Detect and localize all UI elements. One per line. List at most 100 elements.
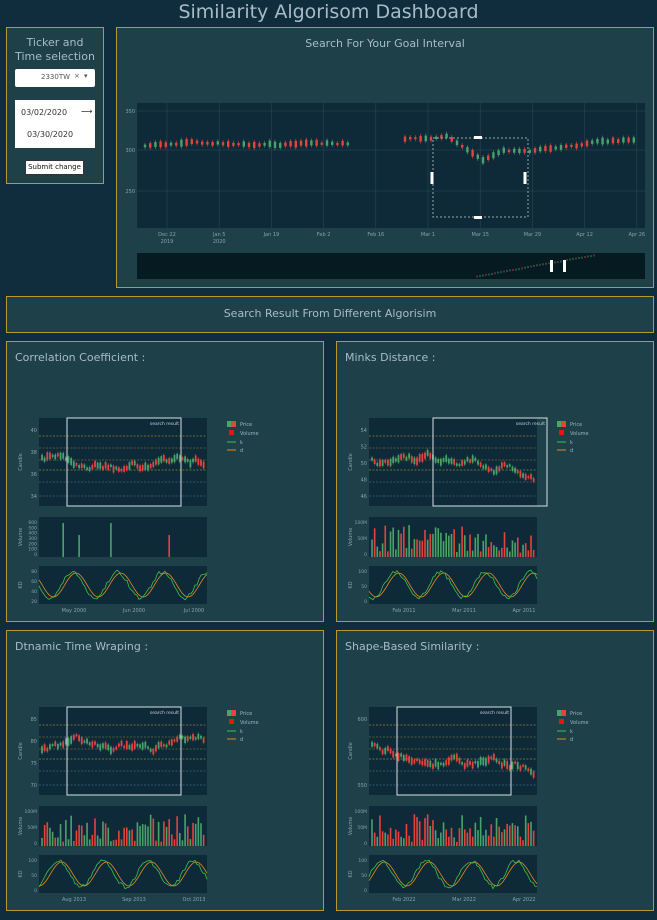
volume-bar <box>57 837 59 846</box>
range-handle[interactable] <box>563 260 566 272</box>
volume-bar <box>54 837 57 846</box>
candle <box>72 734 75 741</box>
volume-bar <box>498 826 500 846</box>
candle <box>139 744 141 748</box>
selection-handle[interactable] <box>430 172 434 184</box>
candle <box>469 459 471 463</box>
volume-bar <box>120 839 123 846</box>
candle <box>117 743 120 747</box>
candle <box>131 460 133 465</box>
x-tick-label: Apr 12 <box>576 232 593 238</box>
range-handle[interactable] <box>550 260 553 272</box>
volume-bar <box>506 547 508 557</box>
volume-bar <box>408 525 410 557</box>
candle <box>67 738 70 746</box>
candle <box>445 455 448 462</box>
volume-bar <box>519 552 522 557</box>
volume-bar <box>514 825 516 846</box>
candle-plot-bg <box>39 418 207 506</box>
search-chart[interactable]: 350 300 250 Dec 222019 Jan 52020 Jan 19 Feb 2 F… <box>117 28 653 287</box>
candle <box>565 144 568 148</box>
y-tick-label: 0 <box>364 599 367 605</box>
submit-change-button[interactable]: Submit change <box>25 160 84 175</box>
axis-title: Candle <box>18 453 24 470</box>
candle <box>402 755 405 761</box>
volume-bar <box>432 533 434 557</box>
volume-bar <box>442 822 445 846</box>
candle <box>429 760 432 768</box>
candle <box>506 761 509 769</box>
volume-bar <box>160 841 163 846</box>
volume-bar <box>376 836 379 846</box>
volume-bar <box>410 841 413 846</box>
arrow-right-icon: ⟶ <box>81 107 93 116</box>
volume-bar <box>373 528 376 557</box>
date-range-picker[interactable]: 03/02/2020 ⟶ 03/30/2020 <box>15 100 95 148</box>
candle <box>170 458 173 463</box>
result-chart[interactable]: Candle Volume KD 600 550 100M 50M 0 100 50 0 Feb 20… <box>337 631 653 910</box>
candle <box>72 461 75 468</box>
candle <box>381 749 384 755</box>
clear-icon[interactable]: × <box>74 72 80 80</box>
candle <box>500 762 503 769</box>
volume-bar <box>389 531 392 557</box>
y-tick-label: 100 <box>28 547 37 553</box>
candle <box>247 142 251 148</box>
result-chart[interactable]: CandleVolumeKD40383634600500400300200100… <box>7 342 323 621</box>
result-chart[interactable]: Candle Volume KD 54 52 50 48 46 100M 50M 0 100 50 0 Fe… <box>337 342 653 621</box>
x-tick-label: Mar 15 <box>472 232 489 238</box>
x-tick-label: Feb 16 <box>367 232 384 238</box>
candle <box>416 457 418 466</box>
candle <box>294 140 297 148</box>
candle <box>62 741 65 748</box>
range-slider[interactable] <box>137 253 645 279</box>
candle <box>466 759 469 767</box>
candle <box>325 140 329 146</box>
chevron-down-icon[interactable]: ▾ <box>84 72 88 80</box>
selection-handle[interactable] <box>474 136 482 139</box>
volume-bar <box>418 540 421 557</box>
start-date-input[interactable]: 03/02/2020 <box>21 108 67 117</box>
ticker-dropdown[interactable]: 2330TW × ▾ <box>15 69 95 87</box>
volume-bar <box>416 539 418 557</box>
volume-bar <box>197 817 200 846</box>
candle <box>128 462 131 470</box>
candle <box>424 759 426 766</box>
volume-bar <box>474 537 477 557</box>
candle <box>508 464 511 467</box>
legend-volume-swatch <box>559 430 564 435</box>
volume-bar <box>463 829 466 846</box>
volume-bar <box>458 828 461 846</box>
candle <box>123 466 126 472</box>
candle <box>409 136 412 140</box>
volume-bar <box>442 541 445 557</box>
candle <box>532 771 535 778</box>
volume-bar <box>131 829 133 846</box>
candle <box>110 746 112 755</box>
y-tick-label: 50 <box>31 873 37 879</box>
candle <box>86 738 88 744</box>
candle <box>49 452 51 460</box>
candle <box>471 455 474 463</box>
candle <box>463 763 466 769</box>
candle <box>524 765 527 770</box>
axis-title: Volume <box>18 817 24 836</box>
candle <box>83 740 86 743</box>
y-tick-label: 400 <box>28 531 37 537</box>
selection-handle[interactable] <box>474 216 482 219</box>
volume-bar <box>179 833 181 846</box>
volume-bar <box>524 815 527 846</box>
candle <box>437 762 440 770</box>
selection-handle[interactable] <box>523 172 527 184</box>
end-date-input[interactable]: 03/30/2020 <box>27 130 73 139</box>
candle <box>527 476 530 479</box>
candle <box>192 733 194 741</box>
volume-bar <box>157 821 160 846</box>
volume-bar <box>80 825 83 846</box>
result-chart[interactable]: Candle Volume KD 85 80 75 70 100M 50M 0 100 50 0 Aug … <box>7 631 323 910</box>
candle <box>514 761 516 764</box>
volume-bar <box>403 838 405 846</box>
candle <box>389 748 392 754</box>
volume-bar <box>469 828 471 846</box>
legend-volume-label: Volume <box>240 720 259 726</box>
